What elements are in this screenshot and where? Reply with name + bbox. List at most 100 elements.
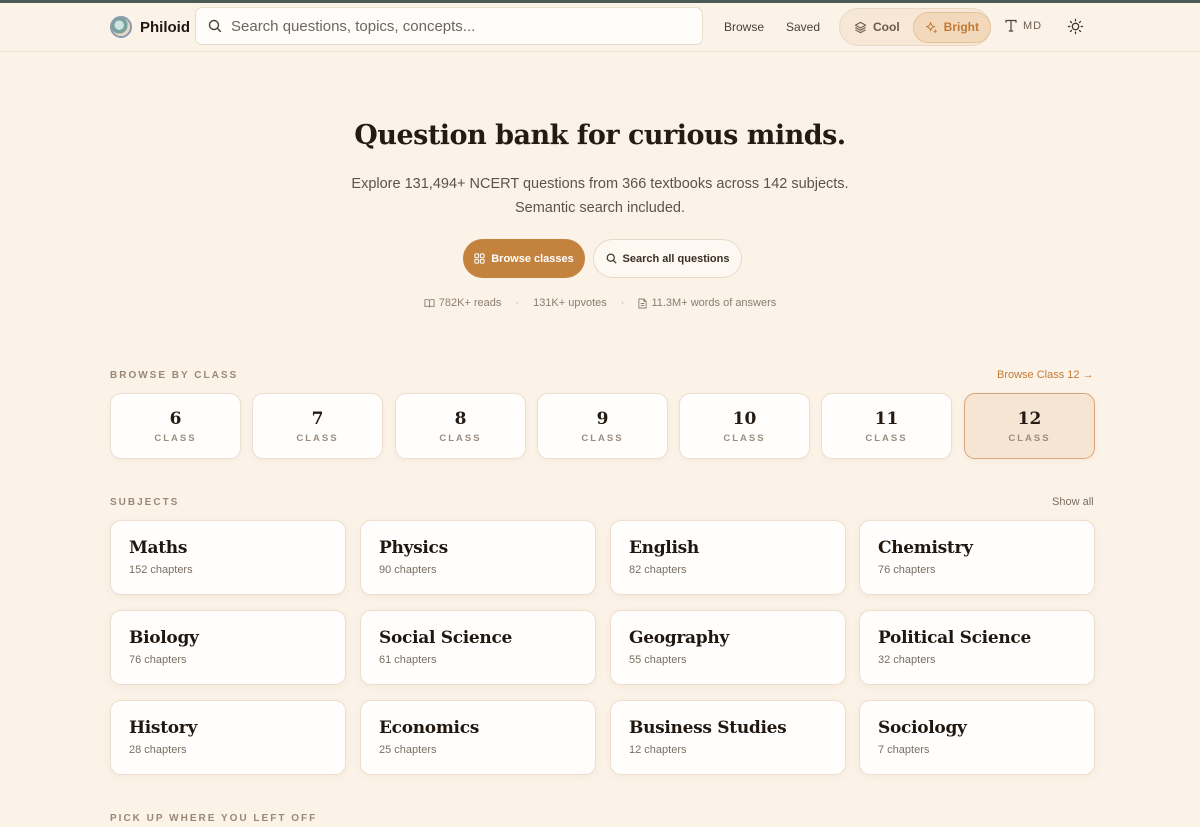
subject-card-political-science[interactable]: Political Science 32 chapters (859, 610, 1095, 685)
subject-name: English (629, 538, 699, 558)
hero-subtitle: Explore 131,494+ NCERT questions from 36… (0, 172, 1200, 220)
subject-card-chemistry[interactable]: Chemistry 76 chapters (859, 520, 1095, 595)
theme-cool-button[interactable]: Cool (843, 12, 911, 43)
class-card-12[interactable]: 12 CLASS (964, 393, 1095, 459)
font-size-label: MD (1023, 19, 1043, 32)
class-word: CLASS (439, 433, 482, 444)
browse-classes-label: Browse classes (491, 252, 574, 265)
chapter-count: 76 chapters (129, 654, 187, 666)
class-card-7[interactable]: 7 CLASS (252, 393, 383, 459)
subject-name: Chemistry (878, 538, 973, 558)
logo-icon (110, 16, 132, 38)
light-mode-toggle[interactable] (1067, 18, 1084, 40)
stat-reads-text: 782K+ reads (438, 297, 502, 309)
chapter-count: 55 chapters (629, 654, 687, 666)
show-all-subjects-link[interactable]: Show all (1052, 496, 1094, 508)
chapter-count: 25 chapters (379, 744, 437, 756)
class-card-10[interactable]: 10 CLASS (679, 393, 810, 459)
subject-card-economics[interactable]: Economics 25 chapters (360, 700, 596, 775)
stat-separator: · (515, 297, 520, 309)
grid-icon (474, 253, 485, 264)
nav-browse-link[interactable]: Browse (724, 20, 764, 34)
app-name: Philoid (140, 18, 190, 36)
sparkle-icon (925, 21, 937, 33)
chapter-count: 90 chapters (379, 564, 437, 576)
chapter-count: 32 chapters (878, 654, 936, 666)
subjects-heading: SUBJECTS (110, 497, 180, 508)
subject-card-geography[interactable]: Geography 55 chapters (610, 610, 846, 685)
class-number: 7 (311, 409, 324, 429)
subject-card-physics[interactable]: Physics 90 chapters (360, 520, 596, 595)
font-size-toggle[interactable]: MD (1005, 19, 1042, 32)
class-card-6[interactable]: 6 CLASS (110, 393, 241, 459)
site-stats: 782K+ reads · 131K+ upvotes · 11.3M+ wor… (0, 297, 1200, 309)
browse-classes-button[interactable]: Browse classes (463, 239, 585, 278)
hero-subtitle-line-2: Semantic search included. (514, 200, 686, 216)
class-word: CLASS (865, 433, 908, 444)
search-all-questions-button[interactable]: Search all questions (593, 239, 742, 278)
chapter-count: 76 chapters (878, 564, 936, 576)
subject-card-sociology[interactable]: Sociology 7 chapters (859, 700, 1095, 775)
subject-card-english[interactable]: English 82 chapters (610, 520, 846, 595)
class-number: 10 (732, 409, 757, 429)
nav-saved-link[interactable]: Saved (786, 20, 820, 34)
chapter-count: 12 chapters (629, 744, 687, 756)
theme-bright-label: Bright (943, 20, 979, 34)
hero-subtitle-line-1: Explore 131,494+ NCERT questions from 36… (351, 176, 849, 192)
stat-separator: · (620, 297, 625, 309)
browse-by-class-heading: BROWSE BY CLASS (110, 370, 239, 381)
class-number: 11 (874, 409, 899, 429)
class-word: CLASS (154, 433, 197, 444)
subject-name: Biology (129, 628, 199, 648)
layers-icon (854, 21, 867, 33)
theme-bright-button[interactable]: Bright (912, 11, 991, 43)
book-open-icon (424, 299, 435, 308)
chapter-count: 28 chapters (129, 744, 187, 756)
class-number: 6 (169, 409, 182, 429)
search-bar[interactable] (195, 7, 703, 45)
subject-card-maths[interactable]: Maths 152 chapters (110, 520, 346, 595)
subject-name: Geography (629, 628, 729, 648)
sun-icon (1067, 18, 1084, 35)
class-card-8[interactable]: 8 CLASS (395, 393, 526, 459)
class-number: 9 (596, 409, 609, 429)
stat-words: 11.3M+ words of answers (638, 297, 776, 309)
class-number: 12 (1017, 409, 1042, 429)
subject-name: Business Studies (629, 718, 787, 738)
subject-name: Economics (379, 718, 480, 738)
subject-name: Physics (379, 538, 448, 558)
class-word: CLASS (581, 433, 624, 444)
subject-name: Political Science (878, 628, 1031, 648)
subject-card-business-studies[interactable]: Business Studies 12 chapters (610, 700, 846, 775)
subject-name: Sociology (878, 718, 967, 738)
class-card-11[interactable]: 11 CLASS (821, 393, 952, 459)
document-icon (638, 298, 648, 308)
resume-heading: PICK UP WHERE YOU LEFT OFF (110, 813, 318, 824)
stat-upvotes-text: 131K+ upvotes (533, 297, 607, 309)
chapter-count: 61 chapters (379, 654, 437, 666)
chapter-count: 82 chapters (629, 564, 687, 576)
class-card-9[interactable]: 9 CLASS (537, 393, 668, 459)
class-number: 8 (454, 409, 467, 429)
logo[interactable]: Philoid (110, 16, 190, 38)
search-icon (606, 253, 616, 264)
subject-card-history[interactable]: History 28 chapters (110, 700, 346, 775)
subject-card-biology[interactable]: Biology 76 chapters (110, 610, 346, 685)
hero-title: Question bank for curious minds. (354, 120, 846, 151)
search-icon (208, 19, 222, 33)
text-size-icon (1005, 19, 1017, 32)
chapter-count: 152 chapters (129, 564, 193, 576)
stat-words-text: 11.3M+ words of answers (651, 297, 777, 309)
stat-upvotes: 131K+ upvotes (533, 297, 607, 309)
browse-class-12-link[interactable]: Browse Class 12 → (997, 369, 1094, 381)
subject-name: Social Science (379, 628, 513, 648)
class-word: CLASS (723, 433, 766, 444)
search-input[interactable] (231, 17, 671, 35)
subject-card-social-science[interactable]: Social Science 61 chapters (360, 610, 596, 685)
chapter-count: 7 chapters (878, 744, 930, 756)
stat-reads: 782K+ reads (424, 297, 502, 309)
subject-name: Maths (129, 538, 188, 558)
theme-toggle-group: Cool Bright (839, 8, 991, 46)
theme-cool-label: Cool (873, 20, 900, 34)
subject-name: History (129, 718, 198, 738)
